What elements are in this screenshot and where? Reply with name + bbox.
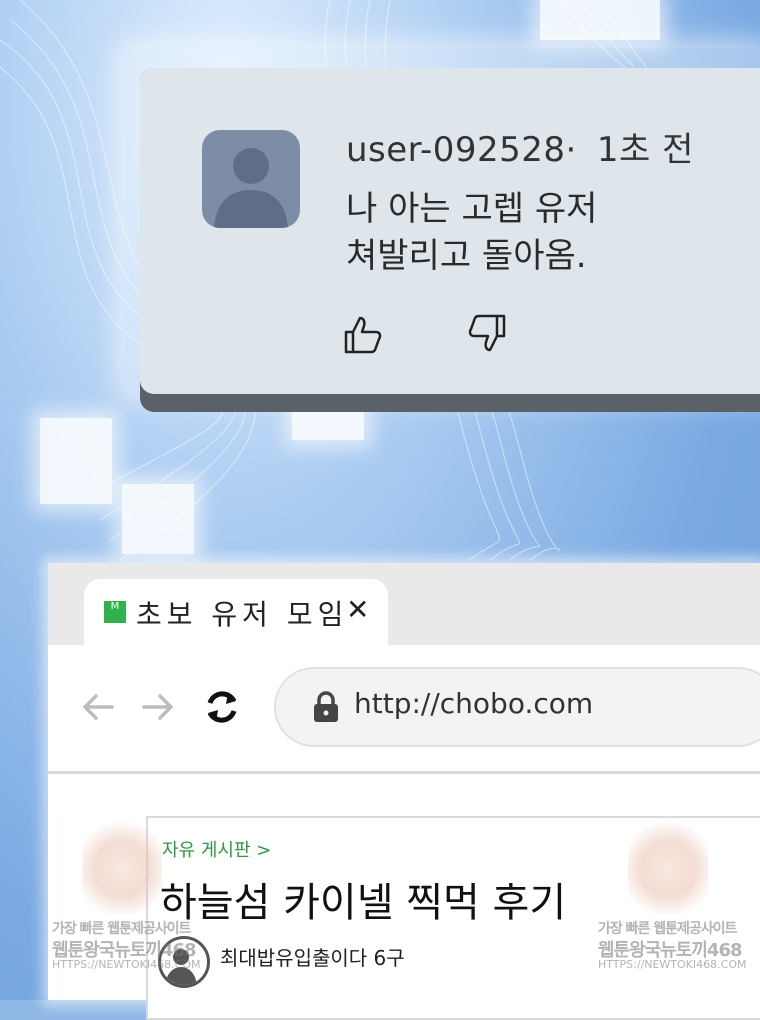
thumbs-down-icon [468,314,506,352]
reload-icon[interactable] [202,687,242,727]
page-content: 자유 게시판 > 하늘섬 카이넬 찍먹 후기 최대밥유입출이다 6구 가장 빠른… [48,774,760,1020]
author-line: 최대밥유입출이다 6구 [220,946,405,970]
comment-body: 나 아는 고렙 유저 쳐발리고 돌아옴. [346,186,726,280]
watermark-line: 가장 빠른 웹툰제공사이트 [598,921,737,937]
comment-line: 쳐발리고 돌아옴. [346,236,587,276]
watermark-line: 가장 빠른 웹툰제공사이트 [52,921,191,937]
watermark-art [628,814,708,914]
watermark-art [82,814,162,914]
thumbs-up-icon [344,316,382,354]
tab-title: 초보 유저 모임 [136,598,349,631]
comment-card-face: user-092528· 1초 전 나 아는 고렙 유저 쳐발리고 돌아옴. [140,68,760,394]
watermark-line: HTTPS://NEWTOKI468.COM [52,958,201,971]
comment-header: user-092528· 1초 전 [346,122,694,171]
like-button[interactable] [340,312,384,356]
site-watermark: 가장 빠른 웹툰제공사이트 웹툰왕국뉴토끼468 HTTPS://NEWTOKI… [598,814,746,974]
comment-username[interactable]: user-092528· [346,130,577,170]
site-watermark: 가장 빠른 웹툰제공사이트 웹툰왕국뉴토끼468 HTTPS://NEWTOKI… [52,814,200,974]
comment-timestamp: 1초 전 [596,130,694,170]
glow-square [122,484,194,554]
close-icon[interactable]: ✕ [346,593,369,626]
glow-square [40,418,112,504]
user-avatar-icon[interactable] [202,130,300,228]
address-bar[interactable]: http://chobo.com [274,667,760,747]
browser-toolbar: http://chobo.com [48,645,760,774]
browser-tab[interactable]: M 초보 유저 모임 ✕ [84,579,388,645]
back-arrow-icon[interactable] [78,687,118,727]
url-text[interactable]: http://chobo.com [354,687,593,720]
browser-window: M 초보 유저 모임 ✕ http://chobo.com 자유 게시판 > 하… [48,563,760,1020]
glow-square [540,0,660,40]
dislike-button[interactable] [466,312,510,356]
watermark-line: HTTPS://NEWTOKI468.COM [598,958,747,971]
comment-card: user-092528· 1초 전 나 아는 고렙 유저 쳐발리고 돌아옴. [140,68,760,412]
post-title: 하늘섬 카이넬 찍먹 후기 [160,880,567,926]
forward-arrow-icon[interactable] [138,687,178,727]
site-favicon-icon: M [104,601,126,623]
lock-icon [312,691,340,723]
comment-line: 나 아는 고렙 유저 [346,189,598,229]
